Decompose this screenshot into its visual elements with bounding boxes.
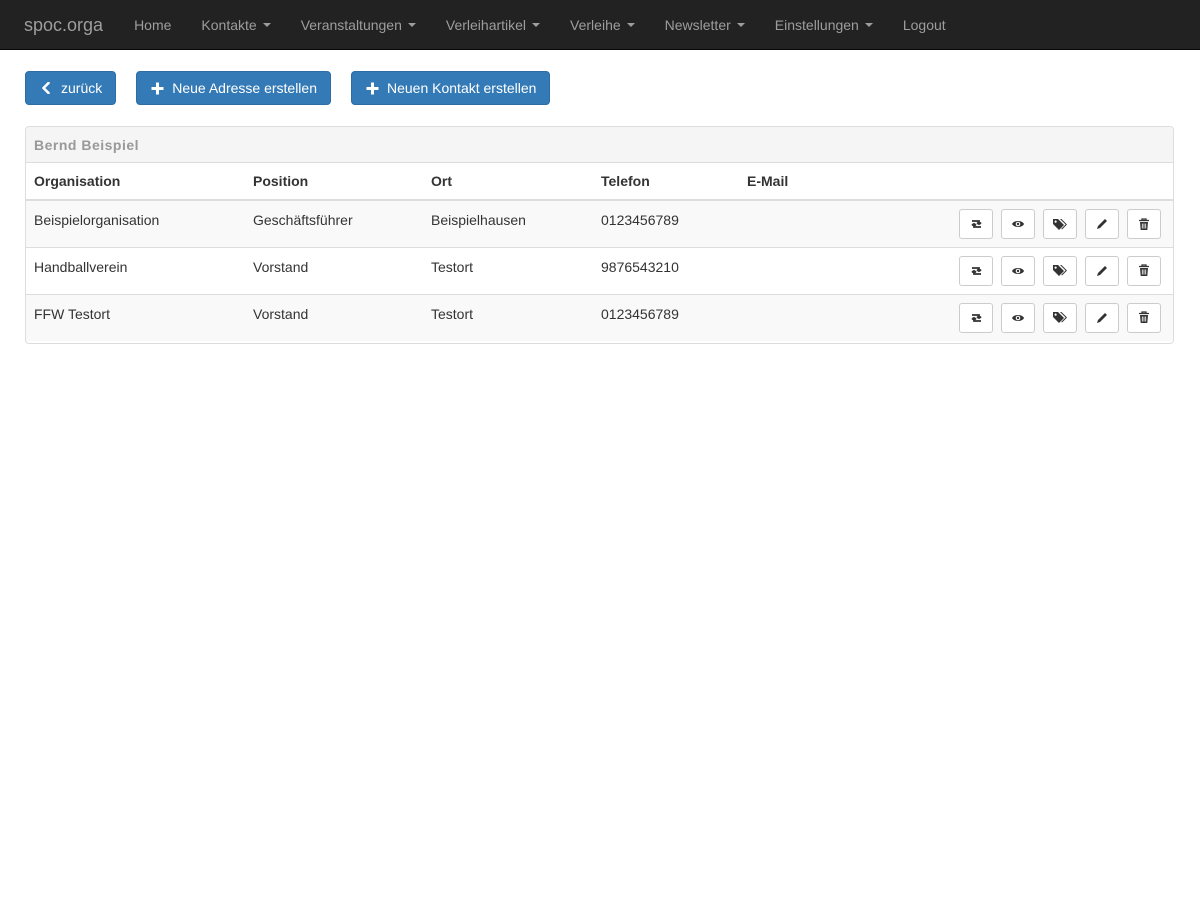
pencil-icon [1097, 312, 1107, 323]
cell-telefon: 0123456789 [593, 293, 739, 341]
cell-organisation: Handballverein [26, 246, 245, 294]
tags-icon [1053, 312, 1067, 323]
row-action-group [955, 255, 1165, 286]
contacts-table: Organisation Position Ort Telefon E-Mail… [26, 163, 1173, 341]
new-address-button-label: Neue Adresse erstellen [172, 80, 317, 96]
back-button[interactable]: zurück [25, 71, 117, 105]
column-header-organisation: Organisation [26, 163, 245, 201]
navbar: spoc.orga Home Kontakte Veranstaltungen … [0, 0, 1200, 50]
cell-telefon: 9876543210 [593, 246, 739, 294]
row-action-group [955, 209, 1165, 239]
delete-button[interactable] [1127, 209, 1161, 239]
cell-email [739, 200, 947, 247]
nav-item-label: Einstellungen [774, 16, 859, 33]
table-row: Handballverein Vorstand Testort 98765432… [26, 246, 1173, 294]
cell-organisation: Beispielorganisation [26, 200, 245, 247]
nav-item-label: Veranstaltungen [300, 16, 402, 33]
nav-item-label: Kontakte [201, 16, 257, 33]
caret-down-icon [736, 22, 745, 27]
nav-item-veranstaltungen[interactable]: Veranstaltungen [286, 0, 431, 50]
nav-item-einstellungen[interactable]: Einstellungen [760, 0, 888, 50]
cell-email [739, 246, 947, 294]
view-button[interactable] [1001, 302, 1035, 333]
cell-email [739, 293, 947, 341]
pencil-icon [1097, 219, 1107, 229]
column-header-email: E-Mail [739, 163, 947, 201]
caret-down-icon [864, 22, 873, 27]
transfer-button[interactable] [959, 209, 993, 239]
column-header-telefon: Telefon [593, 163, 739, 201]
edit-button[interactable] [1085, 255, 1119, 286]
new-contact-button-label: Neuen Kontakt erstellen [387, 80, 537, 96]
back-button-label: zurück [61, 80, 103, 96]
eye-icon [1012, 314, 1024, 321]
action-bar: zurück Neue Adresse erstellen Neuen Kont… [25, 71, 551, 105]
new-address-button[interactable]: Neue Adresse erstellen [136, 71, 331, 105]
column-header-ort: Ort [423, 163, 593, 201]
nav-item-verleihartikel[interactable]: Verleihartikel [431, 0, 555, 50]
delete-button[interactable] [1127, 302, 1161, 333]
retweet-icon [970, 220, 982, 228]
edit-button[interactable] [1085, 302, 1119, 333]
eye-icon [1012, 267, 1024, 274]
tags-button[interactable] [1043, 209, 1077, 239]
nav-item-label: Logout [902, 16, 946, 33]
nav-item-newsletter[interactable]: Newsletter [650, 0, 760, 50]
cell-position: Geschäftsführer [245, 200, 423, 247]
cell-telefon: 0123456789 [593, 200, 739, 247]
nav-item-label: Newsletter [664, 16, 731, 33]
cell-actions [947, 246, 1173, 294]
cell-actions [947, 200, 1173, 247]
caret-down-icon [532, 22, 541, 27]
contact-panel: Bernd Beispiel Organisation Position Ort… [25, 126, 1174, 344]
caret-down-icon [262, 22, 271, 27]
chevron-left-icon [39, 81, 53, 95]
panel-title: Bernd Beispiel [26, 127, 1173, 163]
tags-icon [1053, 265, 1067, 276]
delete-button[interactable] [1127, 255, 1161, 286]
nav-item-kontakte[interactable]: Kontakte [186, 0, 285, 50]
column-header-actions [947, 163, 1173, 201]
new-contact-button[interactable]: Neuen Kontakt erstellen [351, 71, 551, 105]
trash-icon [1139, 311, 1149, 323]
caret-down-icon [407, 22, 416, 27]
row-action-group [955, 302, 1165, 333]
edit-button[interactable] [1085, 209, 1119, 239]
eye-icon [1012, 221, 1024, 227]
nav-item-home[interactable]: Home [119, 0, 186, 50]
cell-position: Vorstand [245, 246, 423, 294]
table-row: Beispielorganisation Geschäftsführer Bei… [26, 200, 1173, 247]
table-row: FFW Testort Vorstand Testort 0123456789 [26, 293, 1173, 341]
retweet-icon [970, 266, 982, 275]
cell-organisation: FFW Testort [26, 293, 245, 341]
tags-button[interactable] [1043, 302, 1077, 333]
column-header-position: Position [245, 163, 423, 201]
cell-actions [947, 293, 1173, 341]
table-header-row: Organisation Position Ort Telefon E-Mail [26, 163, 1173, 201]
nav-item-label: Verleihe [570, 16, 621, 33]
tags-button[interactable] [1043, 255, 1077, 286]
nav-item-verleihe[interactable]: Verleihe [555, 0, 650, 50]
cell-position: Vorstand [245, 293, 423, 341]
trash-icon [1139, 217, 1149, 230]
cell-ort: Testort [423, 246, 593, 294]
cell-ort: Beispielhausen [423, 200, 593, 247]
pencil-icon [1097, 265, 1107, 276]
transfer-button[interactable] [959, 302, 993, 333]
trash-icon [1139, 264, 1149, 276]
view-button[interactable] [1001, 255, 1035, 286]
tags-icon [1053, 218, 1067, 230]
plus-icon [150, 81, 164, 95]
view-button[interactable] [1001, 209, 1035, 239]
nav-item-logout[interactable]: Logout [888, 0, 961, 50]
transfer-button[interactable] [959, 255, 993, 286]
plus-icon [365, 81, 379, 95]
cell-ort: Testort [423, 293, 593, 341]
nav-item-label: Home [134, 16, 172, 33]
brand-link[interactable]: spoc.orga [0, 0, 119, 50]
caret-down-icon [626, 22, 635, 27]
retweet-icon [970, 313, 982, 322]
nav-item-label: Verleihartikel [445, 16, 527, 33]
